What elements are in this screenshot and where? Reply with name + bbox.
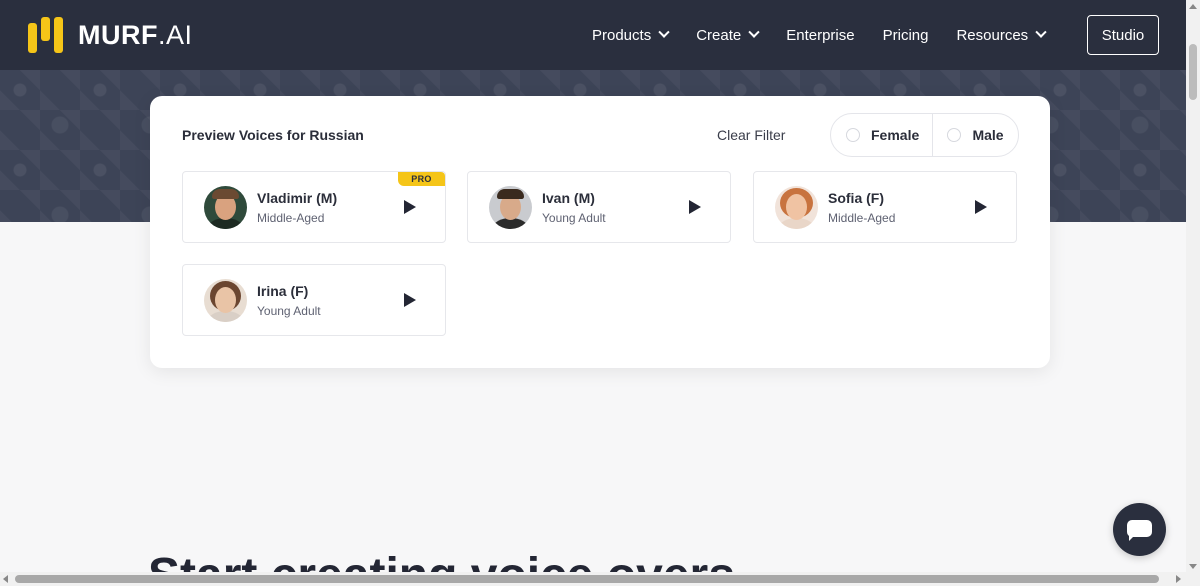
voice-card-ivan[interactable]: Ivan (M) Young Adult <box>467 171 731 243</box>
voice-name: Irina (F) <box>257 283 309 299</box>
nav-pricing-label: Pricing <box>882 26 929 44</box>
murf-logo-icon <box>28 17 64 53</box>
nav-enterprise[interactable]: Enterprise <box>786 27 854 44</box>
pro-badge: PRO <box>398 172 445 186</box>
chevron-down-icon <box>748 26 760 38</box>
horizontal-scrollbar[interactable] <box>0 572 1186 586</box>
card-title: Preview Voices for Russian <box>182 127 364 143</box>
play-icon[interactable] <box>975 200 987 214</box>
filter-male[interactable]: Male <box>933 114 1018 156</box>
voice-age: Middle-Aged <box>257 211 325 225</box>
play-icon[interactable] <box>404 293 416 307</box>
filter-female-label: Female <box>871 127 920 143</box>
voice-card-sofia[interactable]: Sofia (F) Middle-Aged <box>753 171 1017 243</box>
voice-name: Ivan (M) <box>542 190 595 206</box>
nav-products-label: Products <box>592 26 652 44</box>
vertical-scrollbar[interactable] <box>1186 0 1200 586</box>
play-icon[interactable] <box>404 200 416 214</box>
radio-icon <box>846 128 860 142</box>
scroll-right-icon[interactable] <box>1176 575 1181 583</box>
filter-male-label: Male <box>972 127 1004 143</box>
chat-button[interactable] <box>1113 503 1166 556</box>
avatar <box>489 186 532 229</box>
nav-enterprise-label: Enterprise <box>786 26 855 44</box>
nav-create-label: Create <box>696 26 742 44</box>
voice-preview-card: Preview Voices for Russian Clear Filter … <box>150 96 1050 368</box>
nav-products[interactable]: Products <box>592 26 670 44</box>
voice-age: Young Adult <box>257 304 321 318</box>
clear-filter-button[interactable]: Clear Filter <box>717 127 785 143</box>
studio-button[interactable]: Studio <box>1087 15 1159 55</box>
nav-create[interactable]: Create <box>696 26 760 44</box>
chevron-down-icon <box>658 26 670 38</box>
nav-resources-label: Resources <box>956 26 1029 44</box>
nav-pricing[interactable]: Pricing <box>883 27 929 44</box>
scroll-down-icon[interactable] <box>1189 564 1197 569</box>
avatar <box>204 279 247 322</box>
murf-logo[interactable]: MURF.AI <box>28 17 193 53</box>
voice-card-irina[interactable]: Irina (F) Young Adult <box>182 264 446 336</box>
voice-age: Middle-Aged <box>828 211 896 225</box>
voice-name: Sofia (F) <box>828 190 884 206</box>
gender-filter: Female Male <box>830 113 1019 157</box>
voice-name: Vladimir (M) <box>257 190 338 206</box>
radio-icon <box>947 128 962 142</box>
avatar <box>204 186 247 229</box>
vertical-scroll-thumb[interactable] <box>1189 44 1197 100</box>
avatar <box>775 186 818 229</box>
scroll-left-icon[interactable] <box>3 575 8 583</box>
voice-card-vladimir[interactable]: PRO Vladimir (M) Middle-Aged <box>182 171 446 243</box>
logo-wordmark: MURF.AI <box>78 19 193 50</box>
play-icon[interactable] <box>689 200 701 214</box>
horizontal-scroll-thumb[interactable] <box>15 575 1159 583</box>
voice-age: Young Adult <box>542 211 606 225</box>
chevron-down-icon <box>1035 26 1047 38</box>
nav-resources[interactable]: Resources <box>956 26 1047 44</box>
main-nav: Products Create Enterprise Pricing Resou… <box>592 0 1073 70</box>
site-header: MURF.AI Products Create Enterprise Prici… <box>0 0 1186 70</box>
filter-female[interactable]: Female <box>831 114 934 156</box>
scroll-up-icon[interactable] <box>1189 4 1197 9</box>
